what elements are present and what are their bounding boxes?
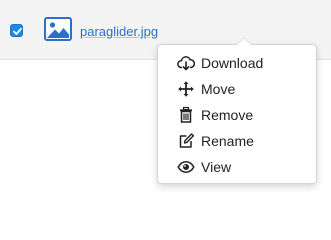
file-select-checkbox[interactable] xyxy=(10,24,23,37)
menu-item-label: Move xyxy=(201,81,236,97)
trash-icon xyxy=(177,106,195,124)
menu-item-rename[interactable]: Rename xyxy=(158,128,316,154)
context-menu: Download Move Remove Rename View xyxy=(157,37,317,184)
menu-item-label: Rename xyxy=(201,133,254,149)
menu-item-move[interactable]: Move xyxy=(158,76,316,102)
menu-item-label: View xyxy=(201,159,232,175)
checkmark-icon xyxy=(13,27,22,35)
eye-icon xyxy=(177,158,195,176)
file-name-link[interactable]: paraglider.jpg xyxy=(80,24,158,39)
menu-item-label: Download xyxy=(201,55,264,71)
menu-item-download[interactable]: Download xyxy=(158,50,316,76)
menu-item-label: Remove xyxy=(201,107,254,123)
menu-item-remove[interactable]: Remove xyxy=(158,102,316,128)
menu-caret xyxy=(236,37,252,45)
image-file-icon xyxy=(44,17,72,41)
move-arrows-icon xyxy=(177,80,195,98)
cloud-download-icon xyxy=(177,54,196,72)
menu-item-view[interactable]: View xyxy=(158,154,316,180)
edit-icon xyxy=(177,132,195,150)
